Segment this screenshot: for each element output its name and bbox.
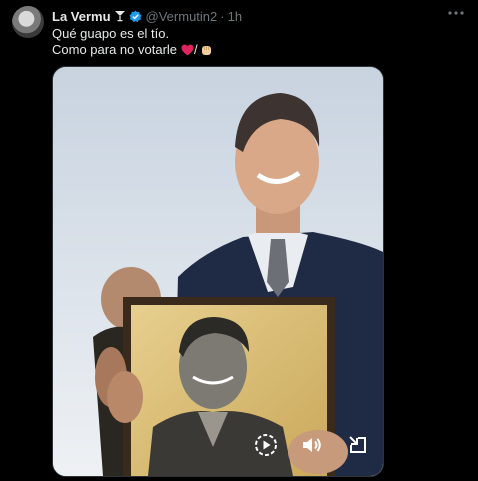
tweet-header: La Vermu @Vermutin2 · 1h bbox=[52, 7, 466, 25]
tweet-text-line2: Como para no votarle bbox=[52, 42, 178, 57]
separator-dot: · bbox=[220, 8, 225, 24]
author-name[interactable]: La Vermu bbox=[52, 9, 111, 24]
more-options-icon[interactable] bbox=[446, 5, 466, 21]
play-icon[interactable] bbox=[253, 432, 279, 458]
tweet[interactable]: La Vermu @Vermutin2 · 1h Qué guapo es el… bbox=[0, 0, 478, 481]
tweet-text-line1: Qué guapo es el tío. bbox=[52, 26, 170, 41]
video-frame-image bbox=[53, 67, 383, 476]
red-heart-icon bbox=[181, 44, 194, 56]
tweet-timestamp[interactable]: 1h bbox=[228, 9, 242, 24]
tweet-text: Qué guapo es el tío. Como para no votarl… bbox=[52, 26, 213, 58]
text-slash: / bbox=[194, 42, 198, 57]
volume-icon[interactable] bbox=[299, 432, 325, 458]
exit-fullscreen-icon[interactable] bbox=[345, 432, 371, 458]
verified-badge-icon[interactable] bbox=[129, 10, 142, 23]
cocktail-glass-icon bbox=[114, 10, 126, 22]
tweet-video[interactable] bbox=[52, 66, 384, 477]
author-handle[interactable]: @Vermutin2 bbox=[146, 9, 218, 24]
avatar[interactable] bbox=[12, 6, 44, 38]
raised-fist-icon bbox=[200, 44, 213, 57]
video-controls bbox=[253, 432, 371, 458]
